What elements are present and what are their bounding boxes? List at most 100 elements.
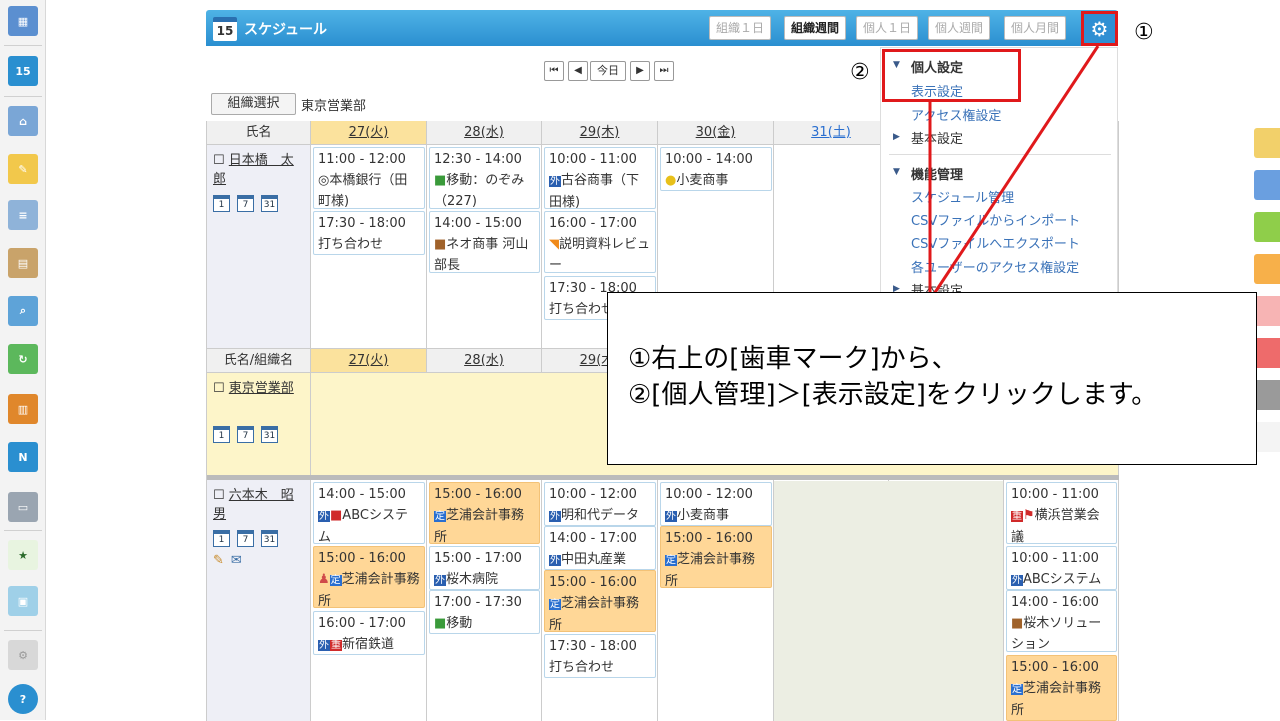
view-personal-week-button[interactable]: 個人週間 (928, 16, 991, 40)
divider (4, 530, 42, 531)
event-item[interactable]: 14:00 - 15:00 ■ネオ商事 河山部長 (429, 211, 540, 273)
event-item[interactable]: 14:00 - 17:00 外中田丸産業 (544, 526, 656, 570)
clipboard-icon[interactable]: ▤ (8, 248, 38, 278)
portal-icon[interactable]: ▦ (8, 6, 38, 36)
memo-icon[interactable]: ✎ (8, 154, 38, 184)
important-icon: 重 (330, 640, 342, 651)
view-personal-day-button[interactable]: 個人１日 (856, 16, 919, 40)
flag-icon: ⚑ (1023, 508, 1035, 523)
color-tag-blue[interactable] (1254, 170, 1280, 200)
function-management-header: 機能管理 (911, 168, 964, 183)
event-item[interactable]: 10:00 - 14:00 ●小麦商事 (660, 147, 772, 191)
day-view-icon[interactable]: 1 (213, 195, 230, 212)
month-view-icon[interactable]: 31 (261, 530, 278, 547)
event-item[interactable]: 15:00 - 16:00 定芝浦会計事務所 (660, 526, 772, 588)
date-header-27[interactable]: 27(火) (311, 121, 427, 145)
org-name-column-header: 氏名/組織名 (207, 349, 311, 373)
view-org-day-button[interactable]: 組織１日 (709, 16, 772, 40)
org-name: 東京営業部 (301, 99, 367, 114)
day-view-icon[interactable]: 1 (213, 530, 230, 547)
view-org-week-button[interactable]: 組織週間 (784, 16, 847, 40)
checkbox[interactable]: ☐ (213, 381, 229, 396)
date-header-27[interactable]: 27(火) (311, 349, 427, 373)
event-item[interactable]: 14:00 - 15:00 外■ABCシステム (313, 482, 425, 544)
date-header-28[interactable]: 28(水) (427, 121, 542, 145)
gear-button[interactable]: ⚙ (1081, 11, 1118, 46)
access-settings-link[interactable]: アクセス権設定 (911, 105, 1001, 124)
event-item[interactable]: 16:00 - 17:00 ◥説明資料レビュー (544, 211, 656, 273)
edit-icon[interactable]: ✎ (213, 553, 224, 568)
event-item[interactable]: 10:00 - 12:00 外小麦商事 (660, 482, 772, 526)
first-page-button[interactable]: ⏮ (544, 61, 564, 81)
week-view-icon[interactable]: 7 (237, 530, 254, 547)
app-logo-icon[interactable]: ★ (8, 540, 38, 570)
csv-import-link[interactable]: CSVファイルからインポート (911, 210, 1080, 229)
org-select-button[interactable]: 組織選択 (211, 93, 296, 115)
facility-icon[interactable]: ⌂ (8, 106, 38, 136)
note-icon[interactable] (1254, 128, 1280, 158)
outside-icon: 外 (318, 640, 330, 651)
color-tag-green[interactable] (1254, 212, 1280, 242)
event-item[interactable]: 14:00 - 16:00 ■桜木ソリューション (1006, 590, 1117, 652)
mail-icon[interactable]: ✉ (231, 553, 242, 568)
search-doc-icon[interactable]: ⌕ (8, 296, 38, 326)
event-item[interactable]: 17:30 - 18:00 打ち合わせ (544, 634, 656, 678)
train-icon: ■ (434, 173, 447, 188)
event-item[interactable]: 15:00 - 17:00 外桜木病院 (429, 546, 540, 590)
week-view-icon[interactable]: 7 (237, 426, 254, 443)
day-view-icon[interactable]: 1 (213, 426, 230, 443)
week-view-icon[interactable]: 7 (237, 195, 254, 212)
date-header-31[interactable]: 31(土) (774, 121, 889, 145)
checkbox[interactable]: ☐ (213, 488, 229, 503)
user-access-link[interactable]: 各ユーザーのアクセス権設定 (911, 257, 1079, 276)
gear-icon: ⚙ (1090, 16, 1109, 41)
event-item[interactable]: 15:00 - 16:00 ♟定芝浦会計事務所 (313, 546, 425, 608)
divider (889, 154, 1111, 155)
last-page-button[interactable]: ⏭ (654, 61, 674, 81)
basic-settings-link[interactable]: 基本設定 (911, 128, 963, 147)
event-item[interactable]: 17:00 - 17:30 ■移動 (429, 590, 540, 634)
schedule-management-link[interactable]: スケジュール管理 (911, 187, 1014, 206)
date-header-30[interactable]: 30(金) (658, 121, 774, 145)
app-banner-icon[interactable]: ▣ (8, 586, 38, 616)
event-item[interactable]: 10:00 - 11:00 外ABCシステム (1006, 546, 1117, 590)
event-item[interactable]: 10:00 - 11:00 重⚑横浜営業会議 (1006, 482, 1117, 544)
today-button[interactable]: 今日 (590, 61, 626, 81)
month-view-icon[interactable]: 31 (261, 195, 278, 212)
regular-icon: 定 (549, 599, 561, 610)
board-icon[interactable]: ≡ (8, 200, 38, 230)
view-personal-month-button[interactable]: 個人月間 (1004, 16, 1067, 40)
date-header-29[interactable]: 29(木) (542, 121, 658, 145)
divider (4, 630, 42, 631)
event-item[interactable]: 15:00 - 16:00 定芝浦会計事務所 (544, 570, 656, 632)
event-item[interactable]: 16:00 - 17:00 外重新宿鉄道 (313, 611, 425, 655)
help-icon[interactable]: ? (8, 684, 38, 714)
color-tag-pink[interactable] (1254, 296, 1280, 326)
folder-icon[interactable]: ▭ (8, 492, 38, 522)
date-header-28[interactable]: 28(水) (427, 349, 542, 373)
settings-icon[interactable]: ⚙ (8, 640, 38, 670)
calendar-icon[interactable]: 15 (8, 56, 38, 86)
event-item[interactable]: 12:30 - 14:00 ■移動：のぞみ（227) (429, 147, 540, 209)
color-tag-orange[interactable] (1254, 254, 1280, 284)
refresh-icon[interactable]: ↻ (8, 344, 38, 374)
event-item[interactable]: 15:00 - 16:00 定芝浦会計事務所 (1006, 655, 1117, 721)
cabinet-icon[interactable]: ▥ (8, 394, 38, 424)
csv-export-link[interactable]: CSVファイルへエクスポート (911, 233, 1080, 252)
event-item[interactable]: 10:00 - 12:00 外明和代データ (544, 482, 656, 526)
prev-button[interactable]: ◀ (568, 61, 588, 81)
neo-icon[interactable]: N (8, 442, 38, 472)
pencil-icon[interactable] (1254, 422, 1280, 452)
divider (4, 96, 42, 97)
event-item[interactable]: 17:30 - 18:00 打ち合わせ (313, 211, 425, 255)
event-item[interactable]: 10:00 - 11:00 外古谷商事（下田様) (544, 147, 656, 209)
month-view-icon[interactable]: 31 (261, 426, 278, 443)
event-item[interactable]: 11:00 - 12:00 ◎本橋銀行（田町様) (313, 147, 425, 209)
org-link[interactable]: 東京営業部 (229, 381, 294, 396)
checkbox[interactable]: ☐ (213, 153, 229, 168)
color-tag-gray[interactable] (1254, 380, 1280, 410)
next-button[interactable]: ▶ (630, 61, 650, 81)
color-tag-red[interactable] (1254, 338, 1280, 368)
outside-icon: 外 (1011, 575, 1023, 586)
event-item[interactable]: 15:00 - 16:00 定芝浦会計事務所 (429, 482, 540, 544)
